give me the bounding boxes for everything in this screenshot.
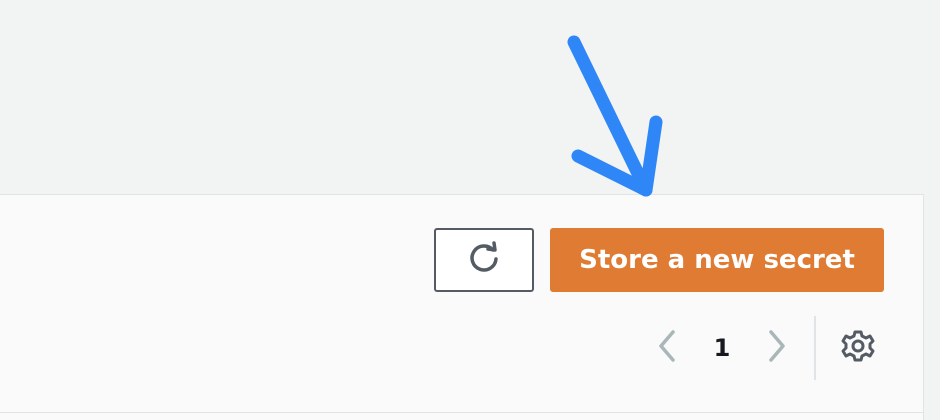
refresh-icon (466, 240, 502, 280)
pagination-divider (814, 316, 816, 380)
previous-page-button[interactable] (650, 326, 684, 370)
table-divider (0, 412, 924, 413)
store-new-secret-button[interactable]: Store a new secret (550, 228, 884, 292)
chevron-left-icon (655, 328, 679, 368)
current-page-number[interactable]: 1 (704, 326, 740, 370)
gear-icon (841, 329, 875, 367)
next-page-button[interactable] (760, 326, 794, 370)
refresh-button[interactable] (434, 228, 534, 292)
chevron-right-icon (765, 328, 789, 368)
annotation-arrow (567, 35, 663, 197)
preferences-button[interactable] (836, 326, 880, 370)
store-new-secret-label: Store a new secret (579, 245, 855, 275)
